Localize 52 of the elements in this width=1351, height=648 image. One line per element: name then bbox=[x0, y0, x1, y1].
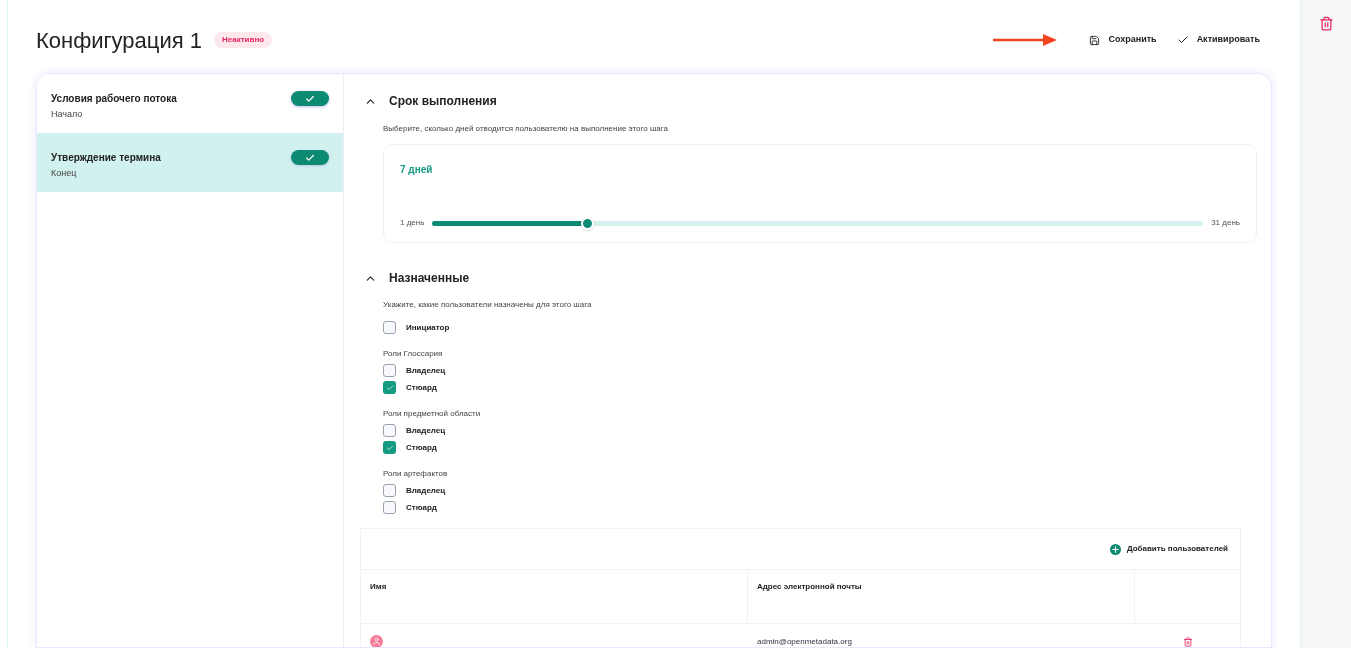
add-users-button[interactable]: Добавить пользователей bbox=[1109, 543, 1228, 555]
check-icon bbox=[305, 152, 315, 163]
checkbox[interactable] bbox=[383, 441, 396, 454]
checkbox[interactable] bbox=[383, 424, 396, 437]
column-header: Имя bbox=[361, 570, 748, 623]
step-subtitle: Конец bbox=[51, 167, 78, 180]
slider-value: 7 дней bbox=[400, 163, 434, 177]
section-title: Назначенные bbox=[389, 270, 470, 287]
page-title: Конфигурация 1 bbox=[36, 26, 202, 55]
checkbox[interactable] bbox=[383, 381, 396, 394]
slider-track[interactable] bbox=[432, 220, 1204, 226]
checkbox-label: Инициатор bbox=[406, 321, 450, 334]
step-item[interactable]: Условия рабочего потока Начало bbox=[37, 74, 343, 133]
step-subtitle: Начало bbox=[51, 108, 84, 121]
save-icon bbox=[1089, 34, 1101, 46]
checkbox-label: Владелец bbox=[406, 424, 446, 437]
section-title: Срок выполнения bbox=[389, 93, 497, 110]
checkbox-label: Стюард bbox=[406, 501, 437, 514]
slider-thumb[interactable] bbox=[580, 216, 594, 230]
save-button[interactable]: Сохранить bbox=[1089, 33, 1157, 47]
step-title: Утверждение термина bbox=[51, 151, 162, 165]
toggle-switch[interactable] bbox=[291, 91, 329, 106]
group-title: Роли Глоссария bbox=[383, 348, 444, 360]
plus-icon bbox=[1109, 543, 1121, 555]
toggle-switch[interactable] bbox=[291, 150, 329, 165]
activate-button[interactable]: Активировать bbox=[1176, 33, 1260, 47]
checkbox-label: Стюард bbox=[406, 381, 437, 394]
checkbox[interactable] bbox=[383, 321, 396, 334]
section-description: Выберите, сколько дней отводится пользователю на выполнение этого шага bbox=[383, 123, 669, 135]
checkbox[interactable] bbox=[383, 501, 396, 514]
check-icon bbox=[385, 383, 394, 392]
step-title: Условия рабочего потока bbox=[51, 92, 178, 106]
checkbox-label: Владелец bbox=[406, 364, 446, 377]
checkbox-label: Владелец bbox=[406, 484, 446, 497]
checkbox-label: Стюард bbox=[406, 441, 437, 454]
group-title: Роли артефактов bbox=[383, 468, 449, 480]
step-item[interactable]: Утверждение термина Конец bbox=[37, 133, 343, 192]
delete-icon[interactable] bbox=[1318, 16, 1334, 31]
checkbox[interactable] bbox=[383, 484, 396, 497]
check-icon bbox=[385, 443, 394, 452]
slider-min-label: 1 день bbox=[400, 217, 425, 229]
slider-max-label: 31 день bbox=[1211, 217, 1240, 229]
column-header: Адрес электронной почты bbox=[748, 570, 1135, 623]
check-icon bbox=[305, 93, 315, 104]
checkbox[interactable] bbox=[383, 364, 396, 377]
arrow-icon bbox=[993, 34, 1058, 46]
check-icon bbox=[1176, 34, 1189, 46]
table-cell-text: admin@openmetadata.org bbox=[756, 635, 853, 647]
status-badge: Неактивно bbox=[214, 32, 273, 48]
group-title: Роли предметной области bbox=[383, 408, 482, 420]
section-description: Укажите, какие пользователи назначены для этого шага bbox=[383, 299, 593, 311]
delete-icon[interactable] bbox=[1182, 636, 1193, 647]
